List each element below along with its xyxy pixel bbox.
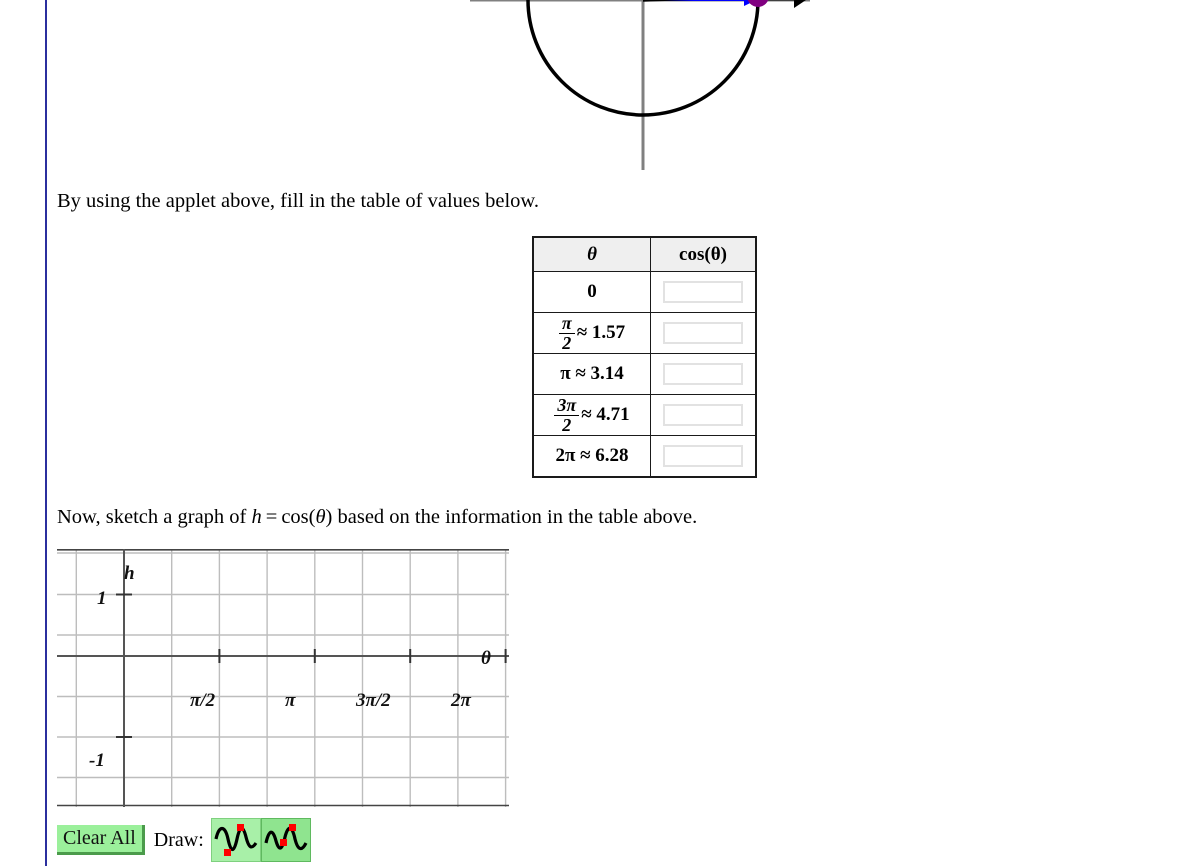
theta-value-0: 0 [587,281,597,302]
graph-y-axis-label: h [124,563,135,584]
graph-toolbar: Clear All Draw: [57,818,311,862]
cos-input-0[interactable] [663,281,743,303]
theta-cell-4: 2π ≈ 6.28 [532,435,651,478]
theta-cell-2: π ≈ 3.14 [532,353,651,395]
answer-cell-1 [650,312,757,354]
table-row: 0 [532,271,757,313]
answer-cell-4 [650,435,757,478]
sine-wave-points-icon [264,824,308,851]
answer-cell-2 [650,353,757,395]
theta-cell-1: π 2 ≈ 1.57 [532,312,651,354]
instruction-2-theta: θ [315,506,326,528]
header-cos: cos(θ) [650,236,757,272]
theta-value-4: 2π ≈ 6.28 [555,445,629,466]
graph-y-tick-label-neg1: -1 [89,750,105,771]
graph-x-axis-label: θ [481,648,491,669]
table-row: π 2 ≈ 1.57 [532,312,757,354]
applet-axes [470,0,810,170]
fraction-denominator: 2 [554,414,580,434]
theta-fraction-1: π 2 [558,313,575,352]
draw-label: Draw: [153,828,204,851]
wave-tool-1-button[interactable] [210,818,261,862]
header-theta: θ [532,236,651,272]
table-row: π ≈ 3.14 [532,353,757,395]
answer-cell-0 [650,271,757,313]
theta-approx-3: ≈ 4.71 [581,404,630,425]
unit-circle-applet[interactable] [460,0,830,180]
instruction-2-function: cos( [281,506,316,528]
table-row: 3π 2 ≈ 4.71 [532,394,757,436]
theta-cell-0: 0 [532,271,651,313]
table-row: 2π ≈ 6.28 [532,435,757,478]
header-cos-label: cos(θ) [679,243,727,265]
values-table: θ cos(θ) 0 π 2 ≈ 1.57 π ≈ 3.14 3π 2 ≈ 4.… [532,236,757,478]
wave-tool-2-button[interactable] [260,818,311,862]
table-header-row: θ cos(θ) [532,236,757,272]
fraction-denominator: 2 [558,332,575,352]
sketch-graph-canvas[interactable] [57,549,509,807]
cos-input-2[interactable] [663,363,743,385]
cos-input-4[interactable] [663,445,743,467]
theta-value-2: π ≈ 3.14 [560,363,624,384]
instruction-text-1: By using the applet above, fill in the t… [57,190,540,212]
sine-wave-icon [214,824,258,856]
fraction-numerator: π [561,313,572,334]
header-theta-label: θ [587,243,597,265]
cos-input-3[interactable] [663,404,743,426]
applet-angle-point [747,0,769,7]
clear-all-button[interactable]: Clear All [57,825,145,855]
cos-input-1[interactable] [663,322,743,344]
page-margin-rule [45,0,47,866]
graph-x-tick-label-pi: π [285,690,296,711]
graph-y-tick-label-1: 1 [97,588,107,609]
answer-cell-3 [650,394,757,436]
graph-x-tick-label-2pi: 2π [451,690,471,711]
theta-fraction-3: 3π 2 [554,395,580,434]
fraction-numerator: 3π [557,395,577,416]
graph-x-tick-label-pi-over-2: π/2 [190,690,216,711]
graph-x-tick-label-3pi-over-2: 3π/2 [356,690,391,711]
theta-cell-3: 3π 2 ≈ 4.71 [532,394,651,436]
theta-approx-1: ≈ 1.57 [576,322,626,343]
instruction-2-part-2: based on the information in the table ab… [332,506,698,528]
instruction-2-part-1: Now, sketch a graph of [57,506,252,528]
instruction-text-2: Now, sketch a graph of h = cos(θ) based on… [57,505,697,531]
instruction-2-equals: = [265,506,278,528]
instruction-2-variable: h [251,506,262,528]
